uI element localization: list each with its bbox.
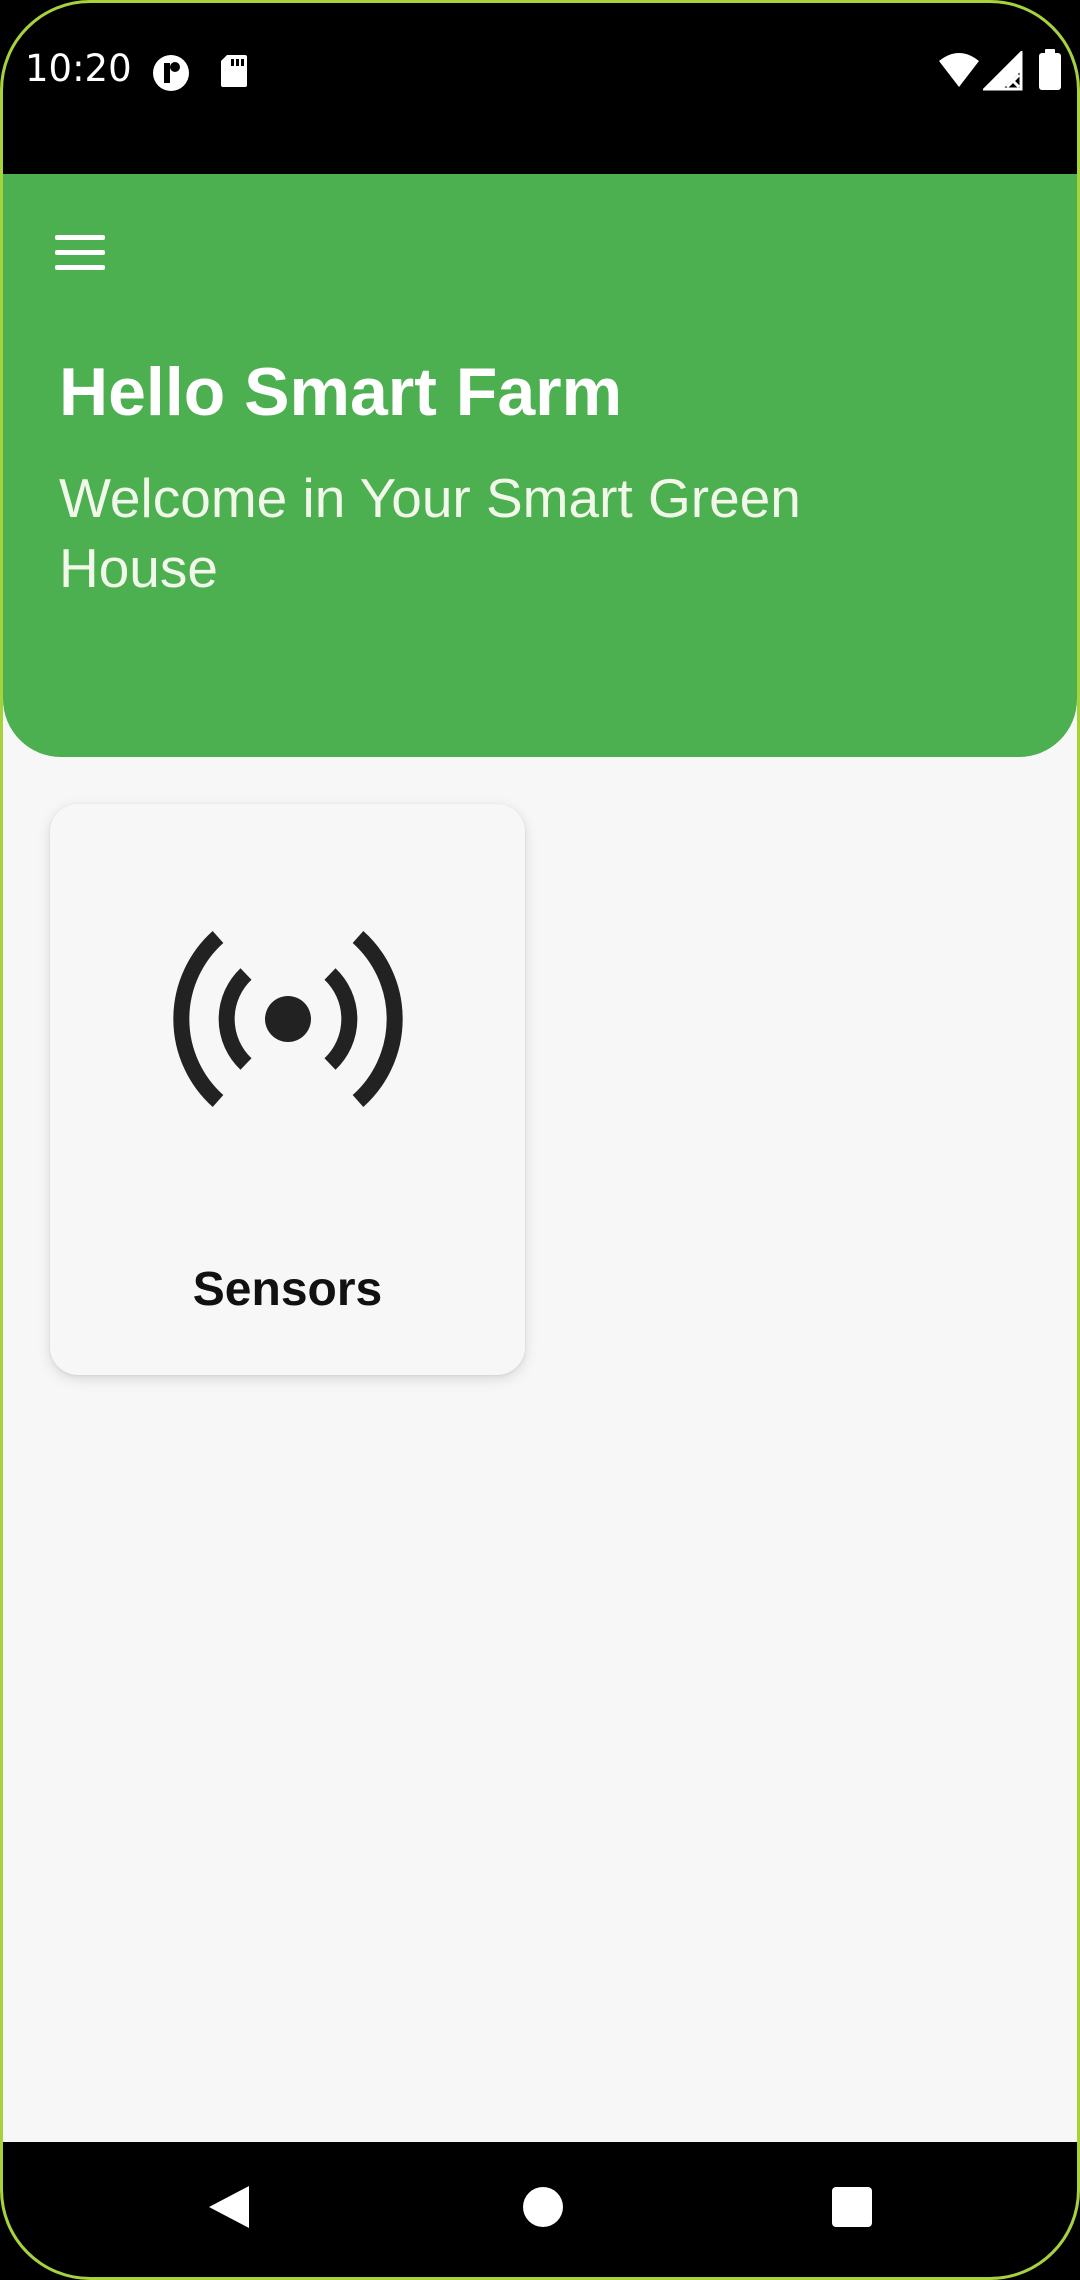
page-subtitle: Welcome in Your Smart Green House <box>59 467 801 599</box>
home-circle-icon[interactable] <box>520 2184 566 2230</box>
recents-square-icon[interactable] <box>829 2184 875 2230</box>
app-screen: 10:20 Hello Smart Farm Welcome in Your S… <box>0 0 1080 2280</box>
wifi-icon <box>939 53 979 87</box>
sensors-broadcast-icon <box>173 931 403 1107</box>
sensors-card[interactable]: Sensors <box>50 804 525 1375</box>
hamburger-line <box>55 265 105 270</box>
battery-icon <box>1039 49 1061 90</box>
sensors-card-label: Sensors <box>192 1263 383 1316</box>
back-triangle-icon[interactable] <box>205 2182 255 2232</box>
page-title: Hello Smart Farm <box>59 354 623 430</box>
menu-button[interactable] <box>45 221 115 279</box>
status-bar: 10:20 <box>3 3 1077 174</box>
status-time: 10:20 <box>25 47 132 90</box>
navigation-bar <box>3 2142 1077 2277</box>
app-notification-icon <box>153 55 189 91</box>
sd-card-icon <box>221 55 247 87</box>
signal-no-service-icon <box>983 51 1023 91</box>
hamburger-menu-icon <box>55 235 105 240</box>
hamburger-line <box>55 250 105 255</box>
